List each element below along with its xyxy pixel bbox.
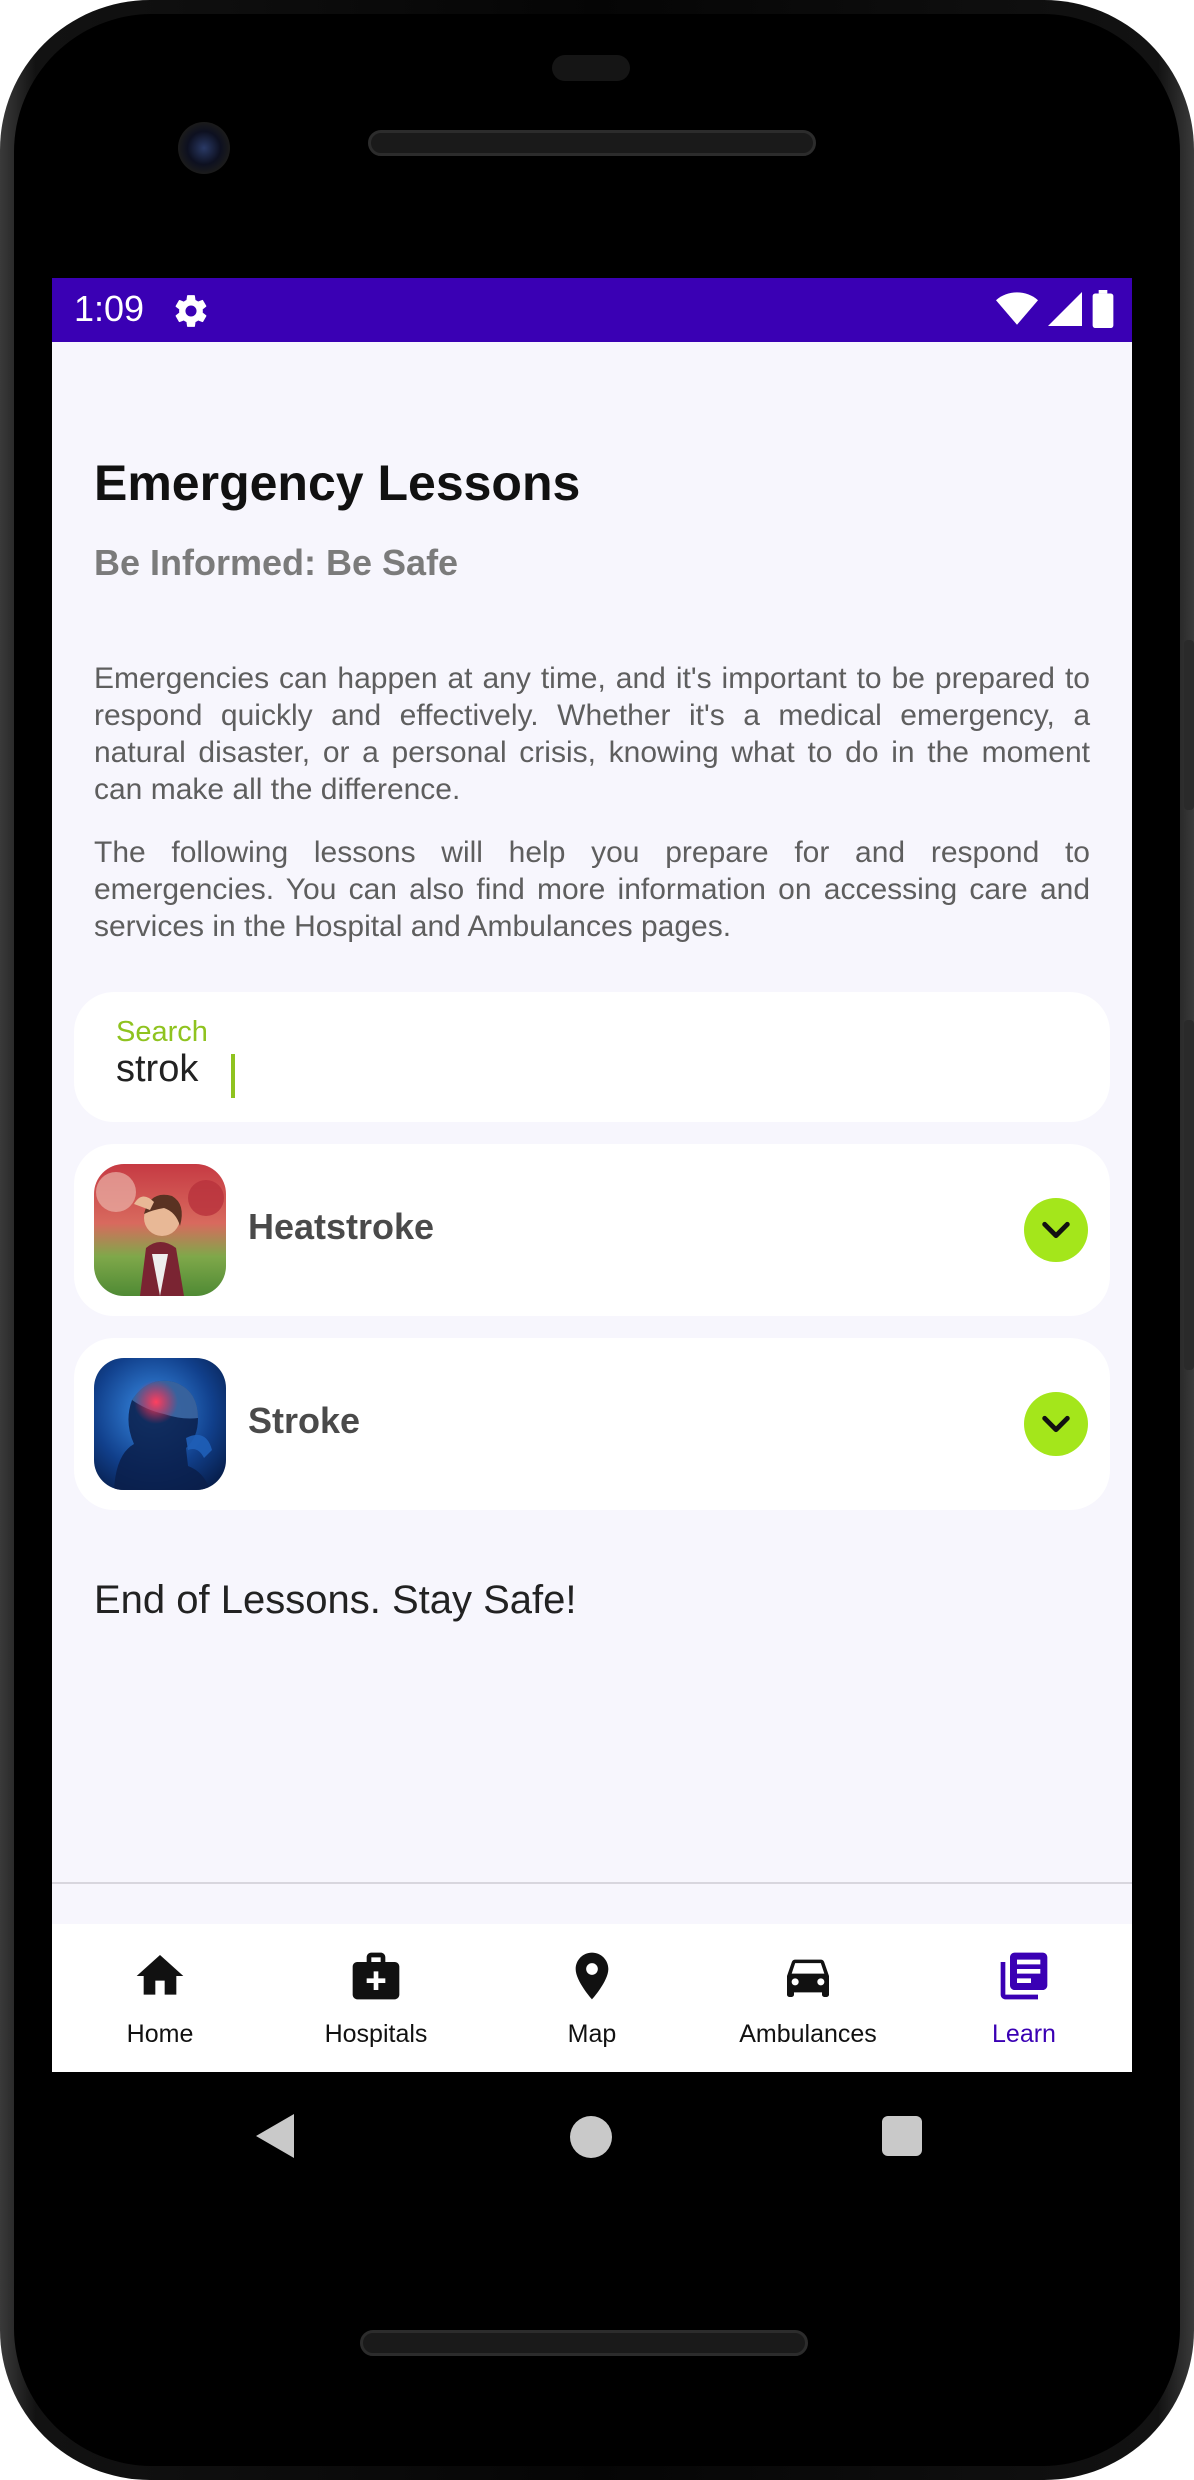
status-bar: 1:09 — [52, 278, 1132, 342]
page-title: Emergency Lessons — [94, 455, 581, 511]
nav-label: Hospitals — [324, 2020, 428, 2048]
map-pin-icon — [575, 1952, 609, 2000]
nav-item-home[interactable]: Home — [52, 1924, 268, 2072]
earpiece-speaker — [368, 130, 816, 156]
end-of-lessons-text: End of Lessons. Stay Safe! — [94, 1578, 577, 1622]
nav-label: Home — [126, 2020, 194, 2048]
power-button — [1184, 640, 1194, 810]
volume-button — [1184, 1020, 1194, 1370]
library-books-icon — [1000, 1952, 1048, 2000]
cell-signal-icon — [1048, 292, 1082, 326]
recent-apps-icon[interactable] — [882, 2116, 922, 2156]
home-icon — [136, 1955, 184, 1995]
intro-paragraph: The following lessons will help you prep… — [94, 836, 1090, 943]
text-cursor — [231, 1054, 235, 1098]
car-icon — [787, 1959, 829, 1997]
nav-label: Learn — [992, 2020, 1056, 2048]
status-icons — [996, 290, 1114, 328]
nav-item-map[interactable]: Map — [484, 1924, 700, 2072]
home-circle-icon[interactable] — [570, 2116, 612, 2158]
expand-button[interactable] — [1024, 1392, 1088, 1456]
expand-button[interactable] — [1024, 1198, 1088, 1262]
nav-item-ambulances[interactable]: Ambulances — [700, 1924, 916, 2072]
wifi-icon — [996, 292, 1038, 325]
search-label: Search — [116, 1016, 208, 1048]
nav-item-hospitals[interactable]: Hospitals — [268, 1924, 484, 2072]
lesson-title: Heatstroke — [248, 1206, 435, 1247]
bottom-speaker — [360, 2330, 808, 2356]
chevron-down-icon — [1042, 1221, 1070, 1239]
lesson-card-heatstroke[interactable]: Heatstroke — [74, 1144, 1110, 1316]
lesson-thumbnail — [94, 1164, 226, 1296]
front-camera — [178, 122, 230, 174]
lesson-thumbnail — [94, 1358, 226, 1490]
status-time: 1:09 — [74, 288, 145, 329]
battery-icon — [1092, 290, 1114, 328]
search-field[interactable]: Search — [74, 992, 1110, 1122]
app-screen: 1:09 Emergency Lessons Be Informed: Be S… — [52, 278, 1132, 2072]
bottom-navigation: Home Hospitals Map Ambulances Learn — [52, 1924, 1132, 2072]
settings-gear-icon — [175, 295, 207, 327]
nav-label: Map — [567, 2020, 617, 2048]
back-icon[interactable] — [254, 2112, 296, 2160]
intro-paragraph: Emergencies can happen at any time, and … — [94, 662, 1090, 806]
system-navigation-bar — [0, 2072, 1194, 2202]
lesson-card-stroke[interactable]: Stroke — [74, 1338, 1110, 1510]
medical-bag-icon — [352, 1952, 400, 2000]
page-subtitle: Be Informed: Be Safe — [94, 542, 459, 583]
chevron-down-icon — [1042, 1415, 1070, 1433]
nav-label: Ambulances — [739, 2020, 877, 2048]
nav-item-learn[interactable]: Learn — [916, 1924, 1132, 2072]
nav-divider — [52, 1882, 1132, 1884]
search-input[interactable] — [116, 1046, 1016, 1092]
lesson-title: Stroke — [248, 1400, 361, 1441]
proximity-sensor — [552, 55, 630, 81]
